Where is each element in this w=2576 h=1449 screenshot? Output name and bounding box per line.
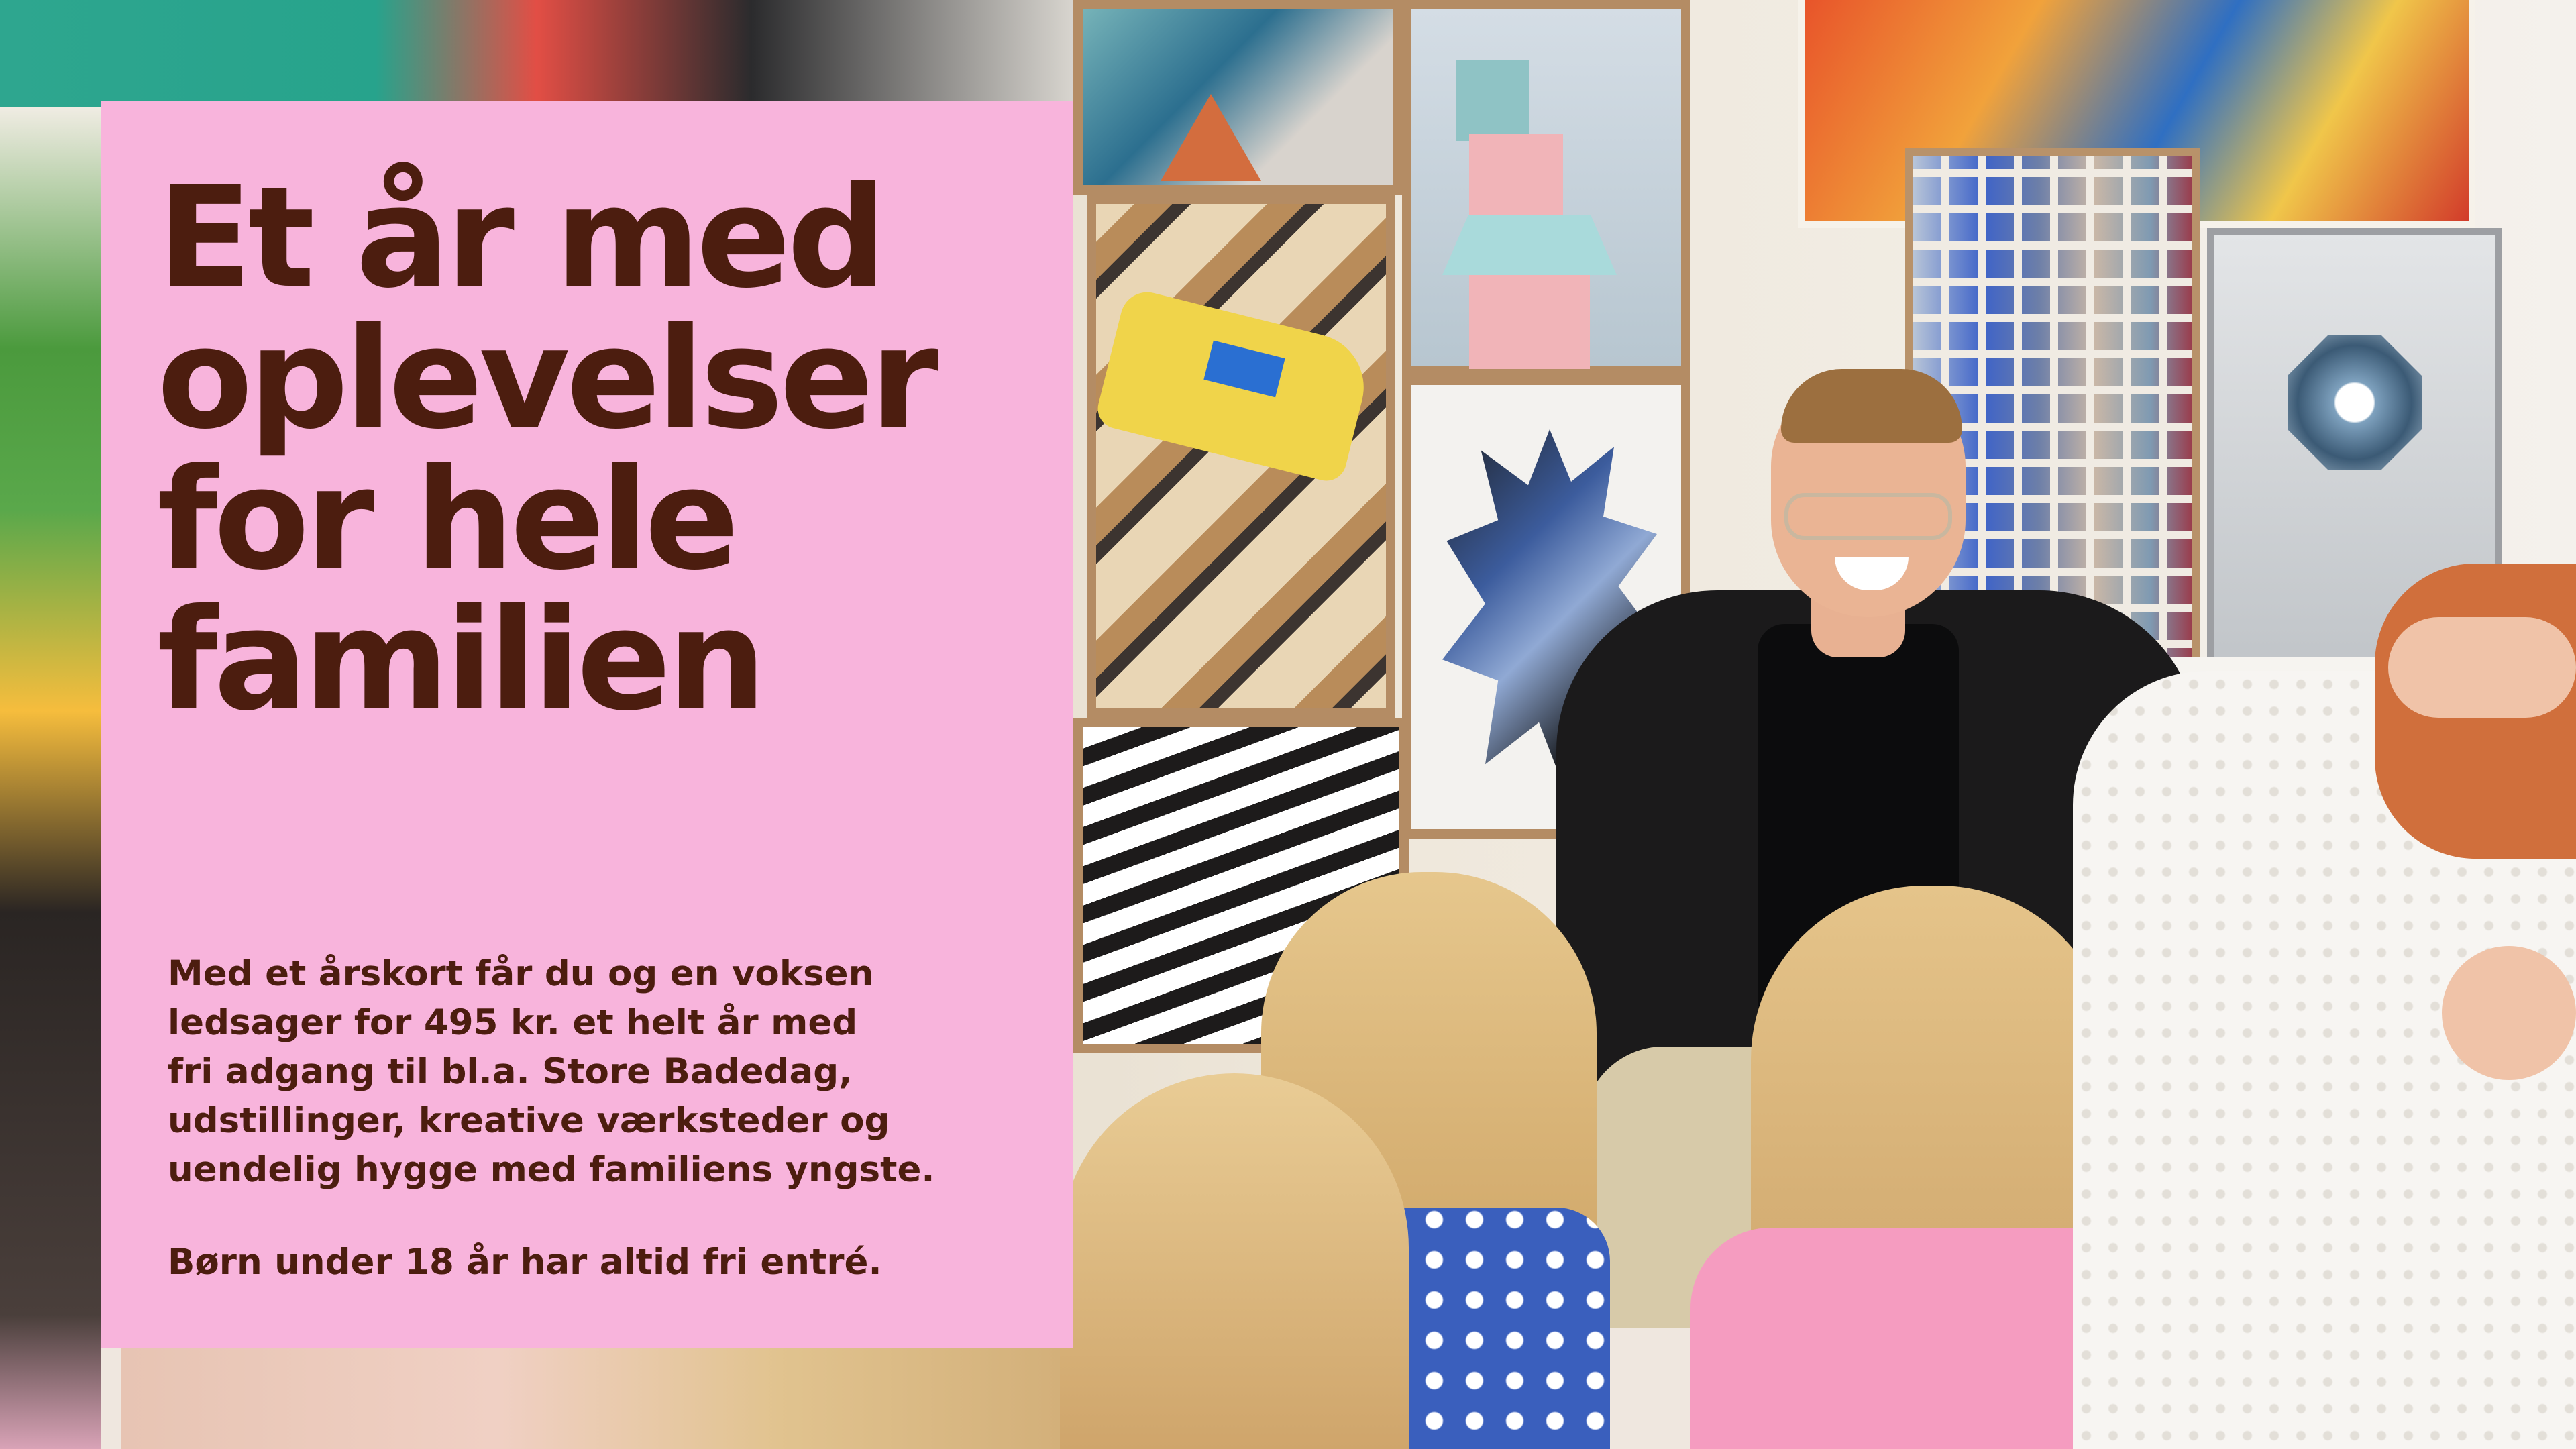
child-arm: [2388, 617, 2576, 718]
promo-panel: Et år med oplevelser for hele familien M…: [101, 101, 1073, 1348]
octagon-sculpture: [2288, 335, 2422, 470]
paper-house: [1442, 60, 1617, 369]
children-foreground-row: [121, 1335, 1060, 1449]
house-lower: [1469, 275, 1590, 369]
free-entry-note: Børn under 18 år har altid fri entré.: [168, 1242, 882, 1283]
art-box-row-top-left: [0, 0, 1073, 107]
description-line: Med et årskort får du og en voksen: [168, 953, 874, 994]
description-line: udstillinger, kreative værksteder og: [168, 1100, 890, 1141]
description-line: ledsager for 495 kr. et helt år med: [168, 1002, 858, 1043]
headline-line: Et år med: [157, 157, 887, 319]
headline-line: for hele: [157, 439, 739, 601]
house-tower: [1456, 60, 1529, 141]
headline-line: oplevelser: [157, 298, 939, 460]
art-box-column-left: [0, 107, 101, 1449]
headline-line: familien: [157, 580, 767, 742]
headline: Et år med oplevelser for hele familien: [157, 168, 1029, 731]
man-hair: [1781, 369, 1962, 443]
description-line: fri adgang til bl.a. Store Badedag,: [168, 1051, 853, 1092]
description-line: uendelig hygge med familiens yngste.: [168, 1149, 935, 1190]
man-glasses: [1784, 493, 1952, 540]
child-foreground: [1060, 1073, 1409, 1449]
description: Med et årskort får du og en voksen ledsa…: [168, 949, 1040, 1194]
house-roof: [1442, 215, 1617, 275]
child-hand: [2442, 946, 2576, 1080]
house-upper: [1469, 134, 1563, 215]
